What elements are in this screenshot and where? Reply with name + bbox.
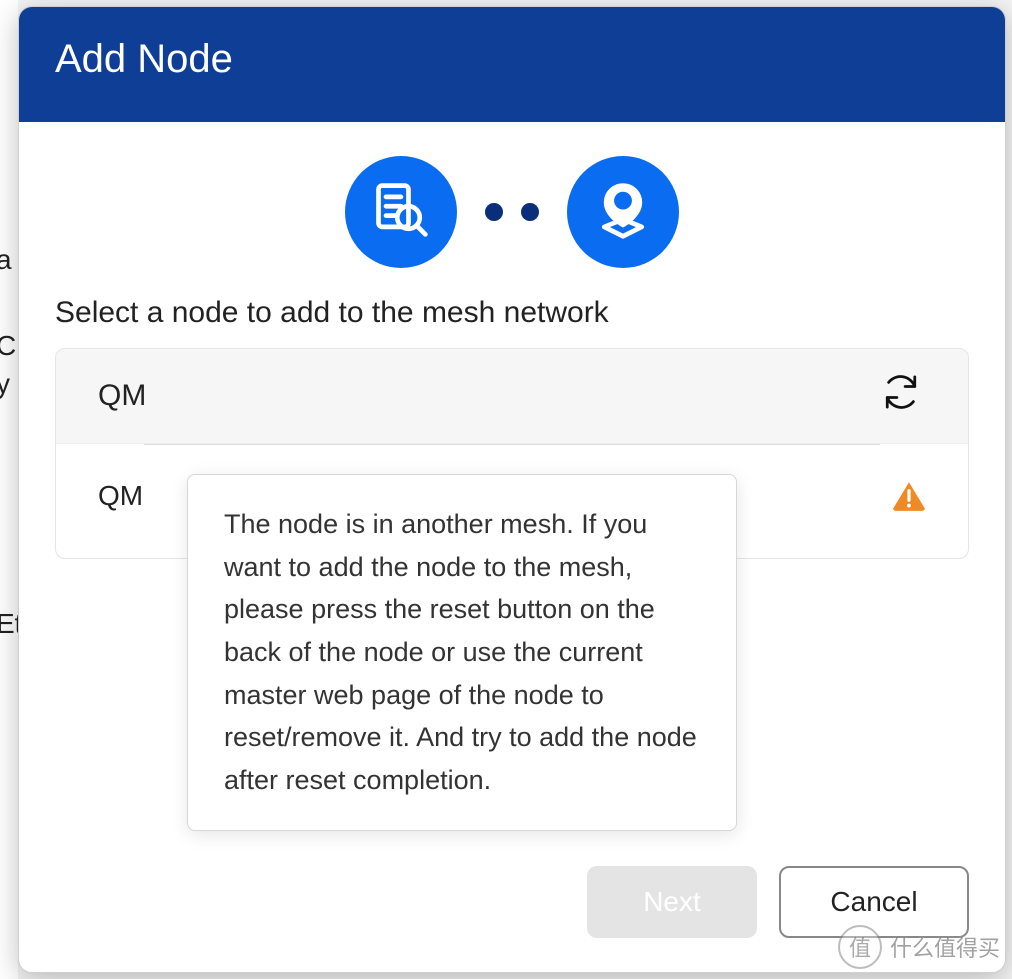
cancel-button[interactable]: Cancel: [779, 866, 969, 938]
wizard-steps: [55, 156, 969, 268]
row-divider: [144, 444, 880, 445]
card-header: QM: [56, 349, 968, 444]
background-left-strip: a C y Et: [0, 0, 18, 979]
bg-frag-c: C: [0, 332, 16, 360]
dot-icon: [485, 203, 503, 221]
bg-frag-a: a: [0, 246, 12, 274]
modal-title: Add Node: [19, 7, 1005, 122]
warning-icon: [892, 482, 926, 510]
modal-body: Select a node to add to the mesh network…: [19, 122, 1005, 838]
refresh-button[interactable]: [876, 371, 926, 421]
add-node-modal: Add Node: [18, 6, 1006, 973]
search-document-icon: [371, 180, 431, 245]
section-heading: Select a node to add to the mesh network: [55, 296, 969, 330]
step-connector-dots: [485, 203, 539, 221]
node-warning-tooltip: The node is in another mesh. If you want…: [187, 474, 737, 831]
refresh-icon: [879, 370, 923, 422]
modal-footer: Next Cancel: [19, 838, 1005, 972]
location-pin-icon: [593, 180, 653, 245]
card-header-label: QM: [98, 379, 876, 413]
step-place: [567, 156, 679, 268]
dot-icon: [521, 203, 539, 221]
bg-frag-y: y: [0, 370, 10, 398]
step-scan: [345, 156, 457, 268]
next-button[interactable]: Next: [587, 866, 757, 938]
